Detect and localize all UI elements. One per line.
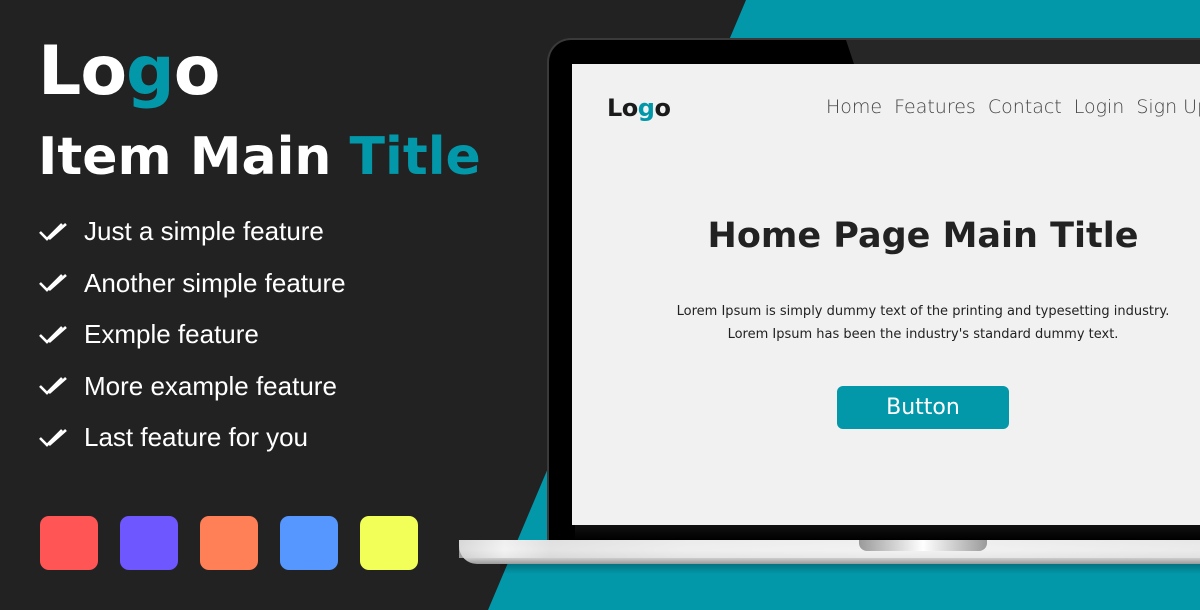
color-swatch-purple[interactable] [120, 516, 178, 570]
nav-link-contact[interactable]: Contact [988, 96, 1062, 118]
promo-panel: Logo Item Main Title Just a simple featu… [38, 32, 481, 464]
color-swatches [40, 516, 418, 570]
double-check-icon [39, 274, 67, 293]
laptop-opening-notch [859, 540, 987, 551]
laptop-shadow [500, 564, 1200, 574]
color-swatch-red[interactable] [40, 516, 98, 570]
lid-reflection [846, 40, 1200, 64]
nav-link-home[interactable]: Home [826, 96, 882, 118]
nav-link-features[interactable]: Features [894, 96, 976, 118]
hero-title: Home Page Main Title [707, 216, 1139, 256]
double-check-icon [39, 377, 67, 396]
feature-item: Exmple feature [38, 309, 481, 361]
hero-cta-button[interactable]: Button [837, 386, 1009, 429]
feature-item: More example feature [38, 361, 481, 413]
double-check-icon [39, 325, 67, 344]
item-main-title: Item Main Title [38, 127, 481, 187]
feature-list: Just a simple feature Another simple fea… [38, 206, 481, 464]
feature-item: Another simple feature [38, 258, 481, 310]
hero-description: Lorem Ipsum is simply dummy text of the … [676, 304, 1170, 342]
double-check-icon [39, 428, 67, 447]
site-logo[interactable]: Logo [607, 94, 671, 122]
nav-link-signup[interactable]: Sign Up [1136, 96, 1200, 118]
color-swatch-orange[interactable] [200, 516, 258, 570]
screen-bezel-bottom [575, 525, 1200, 540]
nav-link-login[interactable]: Login [1074, 96, 1125, 118]
color-swatch-yellow[interactable] [360, 516, 418, 570]
feature-item: Last feature for you [38, 412, 481, 464]
site-nav-menu: Home Features Contact Login Sign Up [826, 96, 1200, 118]
laptop-base-shine [459, 540, 1200, 558]
brand-logo: Logo [38, 32, 220, 111]
laptop-screen: Logo Home Features Contact Login Sign Up… [572, 64, 1200, 525]
color-swatch-blue[interactable] [280, 516, 338, 570]
site-navbar: Logo Home Features Contact Login Sign Up [572, 94, 1200, 134]
double-check-icon [39, 222, 67, 241]
feature-item: Just a simple feature [38, 206, 481, 258]
